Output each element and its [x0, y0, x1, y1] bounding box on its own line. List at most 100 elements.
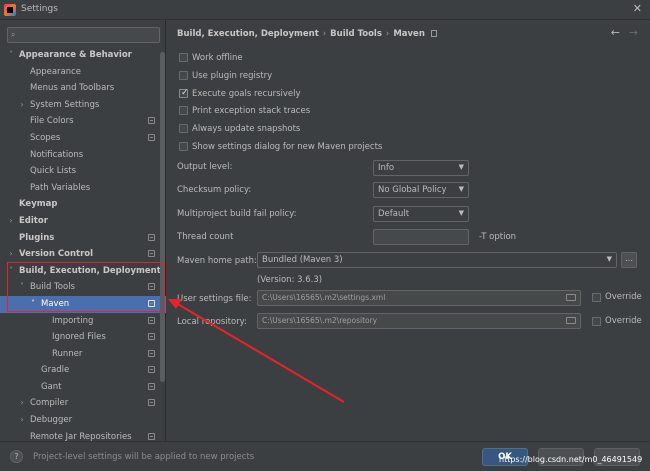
- checksum-policy-select[interactable]: No Global Policy ▼: [373, 182, 469, 198]
- chevron-right-icon[interactable]: ›: [6, 246, 16, 263]
- help-icon[interactable]: ?: [10, 450, 23, 463]
- chevron-right-icon[interactable]: ›: [17, 97, 27, 114]
- browse-maven-home-button[interactable]: ...: [621, 252, 637, 268]
- sidebar-item-label: Plugins: [19, 232, 55, 243]
- project-scope-icon: [148, 382, 155, 390]
- sidebar-item-label: Version Control: [19, 249, 94, 260]
- settings-tree: ˅ Appearance & Behavior Appearance Menus an…: [0, 47, 166, 445]
- search-input[interactable]: ⌕: [7, 27, 160, 43]
- user-settings-label: User settings file:: [177, 294, 252, 304]
- maven-home-label: Maven home path:: [177, 256, 257, 266]
- project-scope-icon: [148, 316, 155, 324]
- fail-policy-label: Multiproject build fail policy:: [177, 209, 297, 219]
- breadcrumb-item[interactable]: Build, Execution, Deployment: [177, 29, 319, 39]
- checkbox-unchecked-icon: [179, 124, 188, 134]
- watermark: https://blog.csdn.net/m0_46491549: [499, 455, 643, 464]
- output-level-select[interactable]: Info ▼: [373, 160, 469, 176]
- project-scope-icon: [148, 133, 155, 141]
- maven-version-text: (Version: 3.6.3): [257, 275, 323, 285]
- breadcrumb-item[interactable]: Build Tools: [330, 29, 382, 39]
- checkbox-unchecked-icon: [179, 142, 188, 151]
- thread-count-hint: -T option: [479, 232, 517, 242]
- project-scope-icon: [148, 333, 155, 341]
- chevron-down-icon: ▼: [458, 185, 464, 193]
- sidebar-item-label: File Colors: [30, 116, 74, 127]
- project-scope-icon: [148, 233, 155, 241]
- sidebar-item-path-variables[interactable]: Path Variables: [0, 180, 166, 197]
- sidebar-item-label: Keymap: [19, 199, 58, 210]
- sidebar-item-importing[interactable]: Importing: [0, 313, 166, 330]
- sidebar-item-editor[interactable]: › Editor: [0, 213, 166, 230]
- project-scope-icon: [148, 399, 155, 407]
- sidebar-item-label: Compiler: [30, 398, 69, 409]
- sidebar-item-gradle[interactable]: Gradle: [0, 362, 166, 379]
- back-arrow-icon[interactable]: ←: [611, 26, 620, 39]
- sidebar-item-compiler[interactable]: › Compiler: [0, 395, 166, 412]
- breadcrumb: Build, Execution, Deployment › Build Tools…: [177, 29, 437, 39]
- sidebar-item-label: Ignored Files: [52, 332, 106, 343]
- user-settings-input[interactable]: C:\Users\16565\.m2\settings.xml: [257, 290, 581, 306]
- sidebar-item-label: Gant: [41, 381, 62, 392]
- sidebar-item-label: Notifications: [30, 149, 84, 160]
- window-title: Settings: [21, 4, 58, 14]
- chevron-right-icon[interactable]: ›: [6, 213, 16, 230]
- fail-policy-select[interactable]: Default ▼: [373, 206, 469, 222]
- sidebar-scrollbar[interactable]: [160, 52, 165, 382]
- sidebar-item-label: Path Variables: [30, 182, 91, 193]
- project-scope-icon: [148, 117, 155, 125]
- sidebar-item-gant[interactable]: Gant: [0, 379, 166, 396]
- folder-icon[interactable]: [566, 294, 576, 301]
- local-repository-input[interactable]: C:\Users\16565\.m2\repository: [257, 313, 581, 329]
- intellij-app-icon: [4, 4, 16, 16]
- project-scope-icon: [148, 349, 155, 357]
- thread-count-input[interactable]: [373, 229, 469, 245]
- sidebar-item-label: Importing: [52, 315, 94, 326]
- sidebar-item-label: Gradle: [41, 365, 70, 376]
- footer-message: Project-level settings will be applied t…: [33, 452, 255, 462]
- chevron-down-icon: ▼: [458, 209, 464, 217]
- project-scope-icon: [430, 30, 437, 37]
- checksum-policy-label: Checksum policy:: [177, 185, 252, 195]
- checkbox-checked-icon: ✓: [179, 87, 189, 98]
- sidebar-item-plugins[interactable]: Plugins: [0, 230, 166, 247]
- thread-count-label: Thread count: [177, 232, 234, 242]
- title-bar: Settings ✕: [0, 0, 650, 20]
- sidebar-item-quick-lists[interactable]: Quick Lists: [0, 163, 166, 180]
- chevron-down-icon: ▼: [606, 255, 612, 263]
- sidebar-item-label: Appearance & Behavior: [19, 50, 132, 60]
- chevron-down-icon[interactable]: ˅: [6, 47, 16, 64]
- sidebar-item-label: Runner: [52, 348, 83, 359]
- sidebar-item-label: Appearance: [30, 66, 82, 77]
- checkbox-unchecked-icon: [179, 70, 188, 80]
- sidebar-item-debugger[interactable]: › Debugger: [0, 412, 166, 429]
- sidebar-item-appearance-behavior[interactable]: ˅ Appearance & Behavior: [0, 47, 166, 64]
- sidebar-item-system-settings[interactable]: › System Settings: [0, 97, 166, 114]
- settings-sidebar: ⌕ ˅ Appearance & Behavior Appearance Menus …: [0, 20, 166, 442]
- maven-home-select[interactable]: Bundled (Maven 3) ▼: [257, 252, 617, 268]
- search-icon: ⌕: [11, 30, 16, 39]
- sidebar-item-runner[interactable]: Runner: [0, 346, 166, 363]
- sidebar-item-scopes[interactable]: Scopes: [0, 130, 166, 147]
- sidebar-item-notifications[interactable]: Notifications: [0, 147, 166, 164]
- chevron-down-icon: ▼: [458, 163, 464, 171]
- sidebar-item-file-colors[interactable]: File Colors: [0, 113, 166, 130]
- sidebar-item-label: Debugger: [30, 415, 73, 426]
- close-icon[interactable]: ✕: [633, 2, 642, 15]
- project-scope-icon: [148, 366, 155, 374]
- folder-icon[interactable]: [566, 317, 576, 324]
- sidebar-item-appearance[interactable]: Appearance: [0, 64, 166, 81]
- project-scope-icon: [148, 432, 155, 440]
- chevron-right-icon[interactable]: ›: [17, 395, 27, 412]
- sidebar-item-label: Scopes: [30, 132, 61, 143]
- project-scope-icon: [148, 250, 155, 258]
- sidebar-item-label: Menus and Toolbars: [30, 83, 115, 94]
- chevron-right-icon[interactable]: ›: [17, 412, 27, 429]
- sidebar-item-keymap[interactable]: Keymap: [0, 196, 166, 213]
- sidebar-item-version-control[interactable]: › Version Control: [0, 246, 166, 263]
- annotation-highlight-box: [7, 262, 165, 312]
- forward-arrow-icon[interactable]: →: [629, 26, 638, 39]
- sidebar-item-menus-and-toolbars[interactable]: Menus and Toolbars: [0, 80, 166, 97]
- sidebar-item-label: Editor: [19, 215, 48, 226]
- sidebar-item-ignored-files[interactable]: Ignored Files: [0, 329, 166, 346]
- checkbox-unchecked-icon: [179, 106, 188, 116]
